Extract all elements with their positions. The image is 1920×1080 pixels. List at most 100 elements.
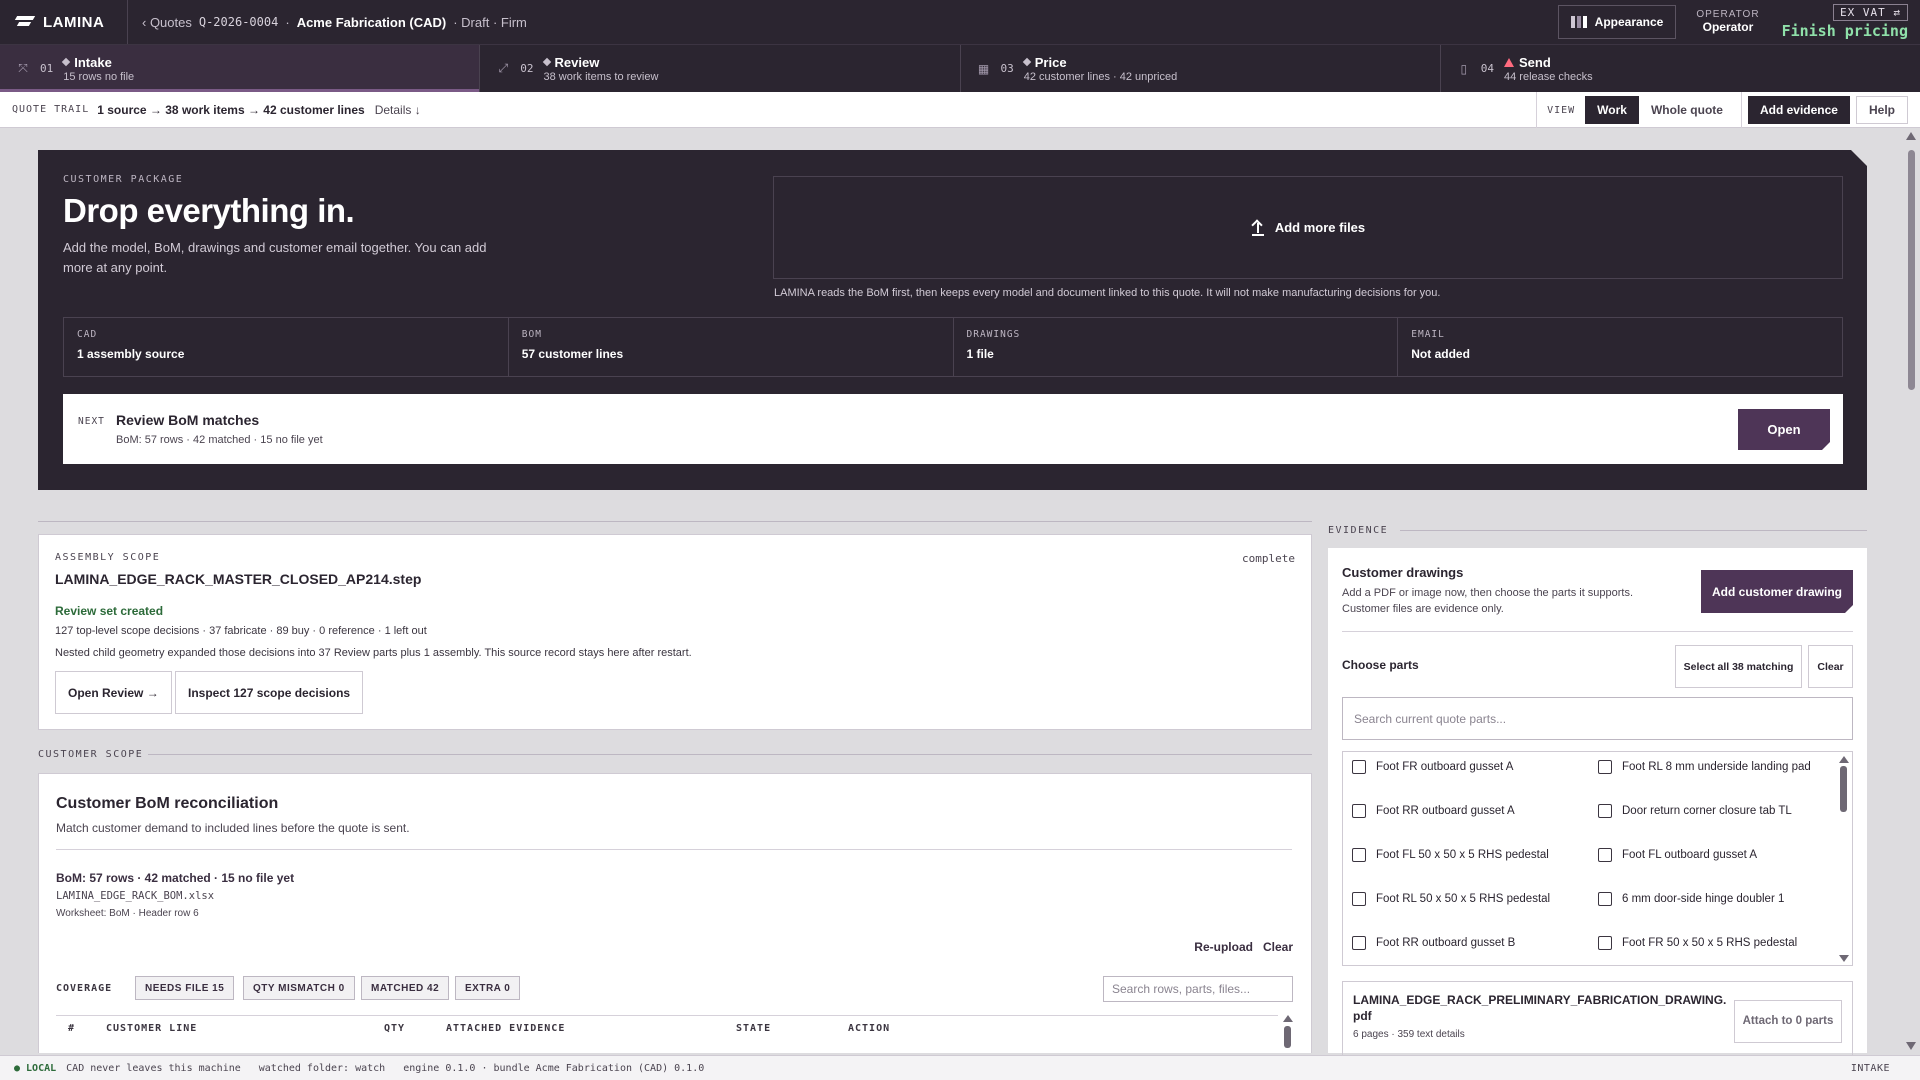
filter-matched[interactable]: MATCHED 42 — [361, 976, 450, 1000]
customer-drawings-title: Customer drawings — [1342, 565, 1464, 580]
customer-package-panel: CUSTOMER PACKAGE Drop everything in. Add… — [38, 150, 1867, 490]
view-label: VIEW — [1536, 92, 1585, 128]
scroll-up-icon[interactable] — [1839, 756, 1849, 763]
page-scrollbar[interactable] — [1906, 128, 1916, 1052]
add-evidence-button[interactable]: Add evidence — [1747, 96, 1850, 124]
part-checkbox-item[interactable]: 6 mm door-side hinge doubler 1 — [1598, 892, 1784, 906]
bom-summary: BoM: 57 rows · 42 matched · 15 no file y… — [56, 871, 295, 885]
part-checkbox-item[interactable]: Door return corner closure tab TL — [1598, 804, 1792, 818]
checkbox[interactable] — [1598, 892, 1612, 906]
review-icon: ⤢ — [498, 61, 509, 75]
part-checkbox-item[interactable]: Foot RR outboard gusset B — [1352, 936, 1515, 950]
engine-version: engine 0.1.0 · bundle Acme Fabrication (… — [403, 1062, 705, 1074]
brand-logo[interactable]: LAMINA — [0, 0, 128, 44]
clear-selection-button[interactable]: Clear — [1808, 645, 1853, 688]
table-scrollbar[interactable] — [1283, 1015, 1293, 1055]
filter-qty-mismatch[interactable]: QTY MISMATCH 0 — [243, 976, 355, 1000]
step-send[interactable]: ▯ 04 Send 44 release checks — [1441, 45, 1920, 92]
back-to-quotes-link[interactable]: ‹ Quotes — [142, 15, 192, 30]
cad-privacy-note: CAD never leaves this machine — [66, 1062, 241, 1074]
checkbox[interactable] — [1352, 936, 1366, 950]
assembly-file-name: LAMINA_EDGE_RACK_MASTER_CLOSED_AP214.ste… — [55, 571, 422, 587]
trail-details-toggle[interactable]: Details ↓ — [375, 103, 421, 117]
part-checkbox-item[interactable]: Foot RR outboard gusset A — [1352, 804, 1515, 818]
col-customer-line: CUSTOMER LINE — [106, 1023, 198, 1034]
stat-cad: CAD 1 assembly source — [64, 318, 509, 376]
brand-name: LAMINA — [43, 13, 105, 31]
assembly-status: complete — [1242, 552, 1295, 565]
review-set-status: Review set created — [55, 604, 164, 618]
stat-bom: BOM 57 customer lines — [509, 318, 954, 376]
part-checkbox-item[interactable]: Foot FL outboard gusset A — [1598, 848, 1757, 862]
reconciliation-subtitle: Match customer demand to included lines … — [56, 821, 410, 835]
customer-drawings-description: Add a PDF or image now, then choose the … — [1342, 587, 1634, 615]
operator-badge[interactable]: OPERATOR Operator — [1696, 9, 1759, 34]
warning-icon — [1504, 57, 1514, 67]
quote-trail-label: QUOTE TRAIL — [12, 104, 90, 115]
checkbox[interactable] — [1598, 936, 1612, 950]
reupload-button[interactable]: Re-upload — [1194, 940, 1253, 954]
next-action-title: Review BoM matches — [116, 412, 260, 428]
finish-pricing-link[interactable]: Finish pricing — [1782, 22, 1908, 40]
view-whole-quote-tab[interactable]: Whole quote — [1639, 96, 1735, 124]
view-work-tab[interactable]: Work — [1585, 96, 1639, 124]
checkbox[interactable] — [1352, 760, 1366, 774]
bom-search-input[interactable]: Search rows, parts, files... — [1103, 976, 1293, 1002]
assembly-note: Nested child geometry expanded those dec… — [55, 647, 692, 659]
stat-drawings: DRAWINGS 1 file — [954, 318, 1399, 376]
drop-zone-note: LAMINA reads the BoM first, then keeps e… — [774, 287, 1441, 299]
appearance-button[interactable]: Appearance — [1557, 5, 1677, 39]
file-drop-zone[interactable]: Add more files — [773, 176, 1843, 279]
quote-id: Q-2026-0004 — [198, 15, 279, 29]
part-checkbox-item[interactable]: Foot FR outboard gusset A — [1352, 760, 1513, 774]
checkbox[interactable] — [1352, 804, 1366, 818]
scroll-down-icon[interactable] — [1839, 955, 1849, 962]
open-review-button[interactable]: Open Review → — [55, 671, 172, 714]
part-checkbox-item[interactable]: Foot FL 50 x 50 x 5 RHS pedestal — [1352, 848, 1549, 862]
scope-decision-stats: 127 top-level scope decisions · 37 fabri… — [55, 625, 427, 637]
checkbox[interactable] — [1598, 848, 1612, 862]
next-action-card: NEXT Review BoM matches BoM: 57 rows · 4… — [63, 394, 1843, 464]
checkbox[interactable] — [1598, 760, 1612, 774]
checkbox[interactable] — [1352, 892, 1366, 906]
evidence-panel: Customer drawings Add a PDF or image now… — [1328, 548, 1867, 1061]
intake-icon: ⤧ — [18, 61, 28, 75]
filter-needs-file[interactable]: NEEDS FILE 15 — [135, 976, 235, 1000]
parts-list-scrollbar[interactable] — [1839, 756, 1849, 962]
scroll-up-icon[interactable] — [1283, 1015, 1293, 1022]
customer-name: Acme Fabrication (CAD) — [296, 14, 447, 30]
vat-toggle[interactable]: EX VAT ⇄ — [1833, 4, 1908, 21]
hero-description: Add the model, BoM, drawings and custome… — [63, 240, 487, 275]
hero-title: Drop everything in. — [63, 192, 355, 229]
attach-to-parts-button[interactable]: Attach to 0 parts — [1734, 1000, 1842, 1043]
coverage-label: COVERAGE — [56, 983, 113, 994]
step-review[interactable]: ⤢ 02 Review 38 work items to review — [480, 45, 961, 92]
lamina-logo-icon — [16, 16, 34, 28]
status-diamond-icon — [542, 57, 551, 67]
select-all-matching-button[interactable]: Select all 38 matching — [1675, 645, 1802, 688]
inspect-scope-decisions-button[interactable]: Inspect 127 scope decisions — [175, 671, 364, 714]
reconciliation-title: Customer BoM reconciliation — [56, 795, 279, 812]
part-checkbox-item[interactable]: Foot RL 8 mm underside landing pad — [1598, 760, 1811, 774]
bom-reconciliation-card: Customer BoM reconciliation Match custom… — [38, 773, 1312, 1053]
divider — [148, 754, 1312, 755]
checkbox[interactable] — [1598, 804, 1612, 818]
help-button[interactable]: Help — [1855, 96, 1908, 124]
col-state: STATE — [736, 1023, 772, 1034]
col-number: # — [68, 1023, 76, 1034]
part-checkbox-item[interactable]: Foot FR 50 x 50 x 5 RHS pedestal — [1598, 936, 1797, 950]
checkbox[interactable] — [1352, 848, 1366, 862]
scroll-up-icon[interactable] — [1906, 132, 1916, 140]
step-intake[interactable]: ⤧ 01 Intake 15 rows no file — [0, 45, 481, 92]
scroll-down-icon[interactable] — [1906, 1042, 1916, 1050]
col-qty: QTY — [384, 1023, 406, 1034]
step-price[interactable]: ▦ 03 Price 42 customer lines · 42 unpric… — [961, 45, 1441, 92]
parts-search-input[interactable]: Search current quote parts... — [1342, 697, 1853, 740]
palette-icon — [1570, 16, 1587, 28]
filter-extra[interactable]: EXTRA 0 — [455, 976, 521, 1000]
drawing-file-meta: 6 pages · 359 text details — [1353, 1029, 1465, 1040]
open-button[interactable]: Open — [1738, 409, 1830, 450]
clear-bom-button[interactable]: Clear — [1263, 940, 1293, 954]
add-customer-drawing-button[interactable]: Add customer drawing — [1701, 570, 1853, 613]
part-checkbox-item[interactable]: Foot RL 50 x 50 x 5 RHS pedestal — [1352, 892, 1550, 906]
